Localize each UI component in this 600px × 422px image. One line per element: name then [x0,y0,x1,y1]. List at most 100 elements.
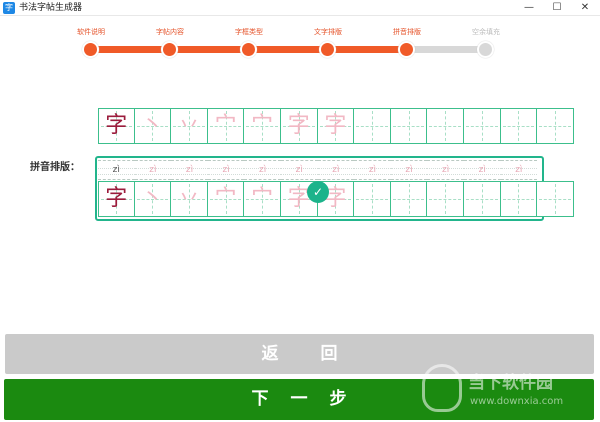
grid-cell [500,181,538,217]
minimize-button[interactable]: — [515,0,543,16]
step-label: 文字排版 [314,28,342,36]
grid-cell [390,108,428,144]
grid-glyph: 宀 [251,113,274,138]
grid-glyph [501,182,537,216]
pinyin-cell: zì [207,160,245,180]
grid-cell [537,181,574,217]
grid-cell: 字 [317,108,355,144]
close-button[interactable]: ✕ [571,0,599,16]
pinyin-cell: zì [134,160,172,180]
grid-cell [500,108,538,144]
grid-glyph: 丶 [141,113,164,138]
step-connector [407,46,486,53]
grid-glyph: 字 [287,113,310,138]
grid-glyph [354,182,390,216]
grid-glyph [391,182,427,216]
step-dot [319,41,336,58]
grid-cell: 丷 [171,181,208,217]
watermark: 当下软件园 www.downxia.com [416,360,600,420]
grid-glyph [464,182,500,216]
grid-cell: 丶 [134,108,172,144]
step-connector [91,46,170,53]
pinyin-grid-row[interactable]: 字丶丷宀宀字字 [98,181,574,217]
app-window: 字 书法字帖生成器 — ☐ ✕ 软件说明 字帖内容 字框类型 文字排版 拼音排版 空余填充… [0,0,600,422]
pinyin-cell: zì [500,160,538,180]
grid-cell [390,181,428,217]
step-dot [477,41,494,58]
grid-glyph: 宀 [214,186,237,211]
pinyin-text: zì [295,165,303,175]
pinyin-text: zì [185,165,194,175]
pinyin-text: zì [405,165,413,175]
step-dot [240,41,257,58]
grid-glyph [537,109,573,143]
grid-cell [427,181,464,217]
watermark-logo-icon [422,364,462,412]
step-label: 空余填充 [472,28,500,36]
pinyin-text: zì [112,165,120,175]
grid-glyph: 丶 [141,186,164,211]
pinyin-cell: zì [244,160,281,180]
grid-glyph [354,109,390,143]
grid-cell: 丶 [134,181,172,217]
grid-glyph: 字 [105,186,128,211]
step-connector [328,46,407,53]
pinyin-row: zì zì zì zì zì zì zì zì zì zì zì zì [98,160,538,180]
grid-cell: 丷 [171,108,208,144]
title-bar: 字 书法字帖生成器 — ☐ ✕ [0,0,600,16]
grid-cell [463,181,501,217]
grid-glyph: 宀 [251,186,274,211]
watermark-text: 当下软件园 [468,373,553,393]
grid-glyph: 宀 [214,113,237,138]
grid-cell [354,181,391,217]
grid-cell: 字 [98,181,135,217]
pinyin-text: zì [515,165,523,175]
pinyin-text: zì [222,165,230,175]
app-icon: 字 [3,2,15,14]
grid-glyph [501,109,537,143]
pinyin-text: zì [149,165,157,175]
pinyin-text: zì [442,165,450,175]
pinyin-cell: zì [317,160,355,180]
grid-cell [463,108,501,144]
pinyin-cell: zì [354,160,391,180]
grid-cell: 宀 [207,108,245,144]
pinyin-cell: zì [171,160,208,180]
grid-glyph: 丷 [177,113,200,138]
pinyin-cell: zì [427,160,464,180]
pinyin-text: zì [332,165,340,175]
grid-glyph [464,109,500,143]
step-label: 软件说明 [77,28,105,36]
grid-glyph [427,109,463,143]
grid-glyph [427,182,463,216]
pinyin-text: zì [259,165,267,175]
grid-cell [427,108,464,144]
pinyin-cell: zì [98,160,135,180]
step-dot [82,41,99,58]
step-connector [170,46,249,53]
grid-glyph [537,182,573,216]
pinyin-layout-label: 拼音排版： [30,162,80,173]
pinyin-cell: zì [463,160,501,180]
grid-glyph: 字 [324,113,347,138]
pinyin-cell: zì [280,160,318,180]
step-label: 字帖内容 [156,28,184,36]
step-label: 拼音排版 [393,28,421,36]
maximize-button[interactable]: ☐ [543,0,571,16]
window-title: 书法字帖生成器 [19,3,83,13]
pinyin-cell: zì [390,160,428,180]
watermark-url: www.downxia.com [470,396,564,407]
grid-cell: 宀 [244,108,281,144]
check-icon: ✓ [307,181,329,203]
grid-cell: 字 [98,108,135,144]
pinyin-text: zì [368,165,377,175]
preview-grid-row: 字丶丷宀宀字字 [98,108,574,144]
grid-glyph [391,109,427,143]
grid-cell: 宀 [244,181,281,217]
pinyin-text: zì [478,165,486,175]
progress-stepper: 软件说明 字帖内容 字框类型 文字排版 拼音排版 空余填充 [0,17,600,67]
grid-glyph: 字 [105,113,128,138]
step-label: 字框类型 [235,28,263,36]
step-dot [161,41,178,58]
step-dot [398,41,415,58]
